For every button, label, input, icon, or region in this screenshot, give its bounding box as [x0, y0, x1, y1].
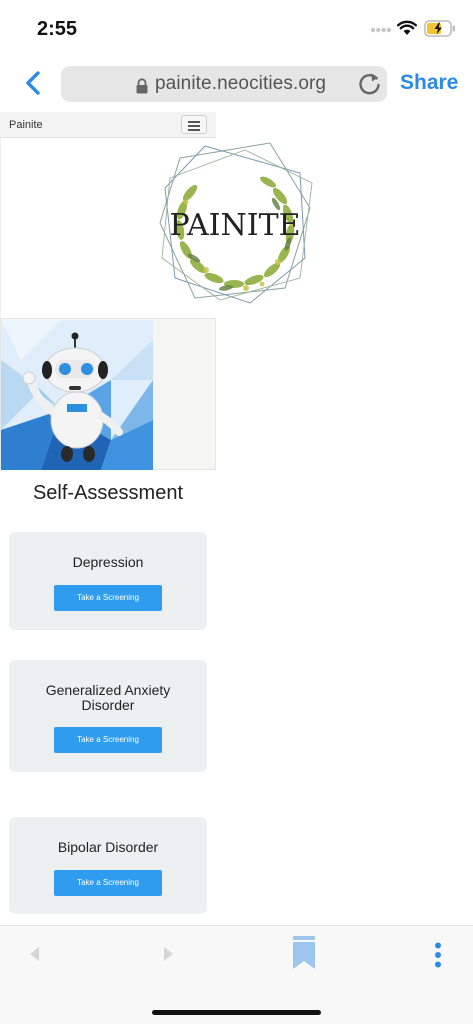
status-time: 2:55 — [37, 18, 78, 40]
card-title: Bipolar Disorder — [57, 839, 159, 855]
home-indicator[interactable] — [152, 1010, 321, 1015]
wifi-icon — [397, 20, 417, 35]
reload-icon[interactable] — [357, 71, 383, 97]
forward-arrow-icon[interactable] — [163, 946, 175, 962]
battery-charging-icon — [424, 20, 455, 37]
more-options-icon[interactable] — [432, 942, 444, 968]
browser-nav-bar: painite.neocities.org Share — [0, 58, 473, 110]
menu-line — [188, 121, 200, 123]
site-header: Painite — [0, 112, 216, 138]
address-bar[interactable]: painite.neocities.org — [61, 66, 387, 102]
section-title: Self-Assessment — [32, 482, 184, 504]
robot-illustration — [1, 320, 153, 470]
share-button[interactable]: Share — [400, 71, 458, 95]
card-title: Depression — [72, 554, 144, 570]
status-bar: 2:55 — [0, 0, 473, 58]
bookmarks-icon[interactable] — [292, 936, 316, 970]
take-screening-button[interactable]: Take a Screening — [54, 870, 162, 896]
take-screening-button[interactable]: Take a Screening — [54, 585, 162, 611]
cellular-signal-icon — [370, 27, 392, 33]
take-screening-button[interactable]: Take a Screening — [54, 727, 162, 753]
webpage-content: Painite PAINITE Self-Assessment Depressi… — [0, 110, 473, 925]
screening-card-bipolar: Bipolar Disorder Take a Screening — [9, 817, 207, 914]
screening-card-anxiety: Generalized Anxiety Disorder Take a Scre… — [9, 660, 207, 772]
screening-card-depression: Depression Take a Screening — [9, 532, 207, 630]
painite-logo: PAINITE — [159, 142, 313, 304]
logo-text: PAINITE — [170, 208, 301, 243]
menu-line — [188, 129, 200, 131]
site-brand[interactable]: Painite — [9, 119, 43, 131]
back-button[interactable] — [22, 70, 44, 96]
menu-line — [188, 125, 200, 127]
back-arrow-icon[interactable] — [28, 946, 40, 962]
lock-icon — [136, 78, 148, 94]
browser-toolbar — [0, 925, 473, 1024]
hamburger-menu-button[interactable] — [181, 115, 207, 134]
url-text: painite.neocities.org — [155, 73, 327, 94]
card-title: Generalized Anxiety Disorder — [45, 682, 171, 713]
